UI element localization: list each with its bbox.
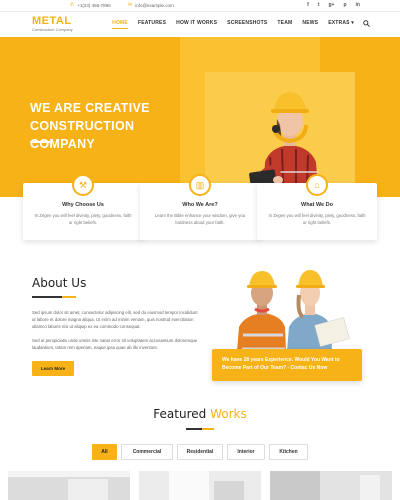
logo-text: METAL [32, 15, 72, 27]
hero-headline-line2: CONSTRUCTION COMPANY [30, 119, 135, 151]
featured-title-plain: Featured [153, 407, 207, 421]
logo-tagline: Construction Company [32, 27, 73, 32]
experience-callout[interactable]: We have 28 years Experience. Would You W… [212, 349, 362, 381]
twitter-icon[interactable]: t [318, 2, 320, 8]
chevron-down-icon: ▾ [351, 20, 354, 26]
tools-icon: ⚒ [72, 174, 94, 196]
service-card-title: Who We Are? [182, 202, 218, 208]
portfolio-thumb[interactable] [8, 471, 130, 500]
nav-item-home[interactable]: HOME [107, 20, 133, 29]
about-paragraph-2: Sed ut perspiciatis unde omnis iste natu… [32, 338, 198, 350]
facebook-icon[interactable]: f [307, 2, 309, 8]
house-icon: ⌂ [306, 174, 328, 196]
email-contact[interactable]: ✉ info@example.com [128, 2, 174, 8]
filter-residential[interactable]: Residential [177, 444, 223, 460]
hero-banner: WE ARE CREATIVE CONSTRUCTION COMPANY [0, 37, 400, 197]
service-card-desc: In Zegen you will feel divinity, piety, … [268, 213, 366, 225]
service-card-why-choose-us[interactable]: ⚒ Why Choose Us In Zegen you will feel d… [23, 174, 143, 240]
portfolio-thumb[interactable] [270, 471, 392, 500]
learn-more-button[interactable]: Learn More [32, 361, 74, 376]
service-card-who-we-are[interactable]: ▥ Who We Are? Learn the Bible enhance yo… [140, 174, 260, 240]
about-title: About Us [32, 276, 87, 290]
service-card-desc: Learn the Bible enhance your wisdom, giv… [154, 213, 246, 225]
hero-headline: WE ARE CREATIVE CONSTRUCTION COMPANY [30, 99, 200, 153]
phone-number: +1(23) 456-7890 [77, 2, 111, 8]
book-icon: ▥ [189, 174, 211, 196]
nav-item-extras-label: EXTRAS [328, 20, 350, 26]
nav-item-how-it-works[interactable]: HOW IT WORKS [171, 20, 222, 29]
filter-commercial[interactable]: Commercial [121, 444, 173, 460]
logo[interactable]: METAL Construction Company [32, 15, 73, 33]
service-card-title: Why Choose Us [62, 202, 104, 208]
main-nav: METAL Construction Company HOME FEATURES… [0, 12, 400, 37]
service-card-desc: In Zegen you will feel divinity, piety, … [34, 213, 132, 225]
about-paragraph-1: Sed ipsum dolor sit amet, consectetur ad… [32, 310, 198, 329]
linkedin-icon[interactable]: in [356, 2, 360, 8]
pinterest-icon[interactable]: p [343, 2, 346, 8]
hero-headline-line1: WE ARE CREATIVE [30, 101, 150, 115]
filter-interior[interactable]: Interior [227, 444, 265, 460]
featured-divider [186, 428, 202, 430]
social-links: f t g+ p in [307, 2, 360, 8]
nav-item-features[interactable]: FEATURES [133, 20, 171, 29]
filter-kitchen[interactable]: Kitchen [269, 444, 308, 460]
filter-all[interactable]: All [92, 444, 117, 460]
nav-item-team[interactable]: TEAM [272, 20, 297, 29]
portfolio-thumb[interactable] [139, 471, 261, 500]
service-card-title: What We Do [301, 202, 333, 208]
featured-divider-accent [202, 428, 214, 430]
phone-contact[interactable]: ✆ +1(23) 456-7890 [70, 2, 111, 8]
featured-title-accent: Works [210, 407, 247, 421]
email-address: info@example.com [135, 2, 174, 8]
phone-icon: ✆ [70, 2, 75, 8]
featured-works-title: Featured Works [0, 407, 400, 421]
nav-item-news[interactable]: NEWS [297, 20, 323, 29]
about-divider-accent [62, 296, 76, 298]
hero-underline [30, 141, 50, 143]
google-plus-icon[interactable]: g+ [329, 2, 335, 8]
search-icon[interactable] [359, 20, 370, 29]
service-card-what-we-do[interactable]: ⌂ What We Do In Zegen you will feel divi… [257, 174, 377, 240]
nav-item-screenshots[interactable]: SCREENSHOTS [222, 20, 272, 29]
nav-menu: HOME FEATURES HOW IT WORKS SCREENSHOTS T… [107, 20, 370, 29]
top-bar: ✆ +1(23) 456-7890 ✉ info@example.com f t… [0, 0, 400, 12]
about-divider [32, 296, 62, 298]
mail-icon: ✉ [128, 2, 133, 8]
nav-item-extras[interactable]: EXTRAS ▾ [323, 20, 359, 29]
